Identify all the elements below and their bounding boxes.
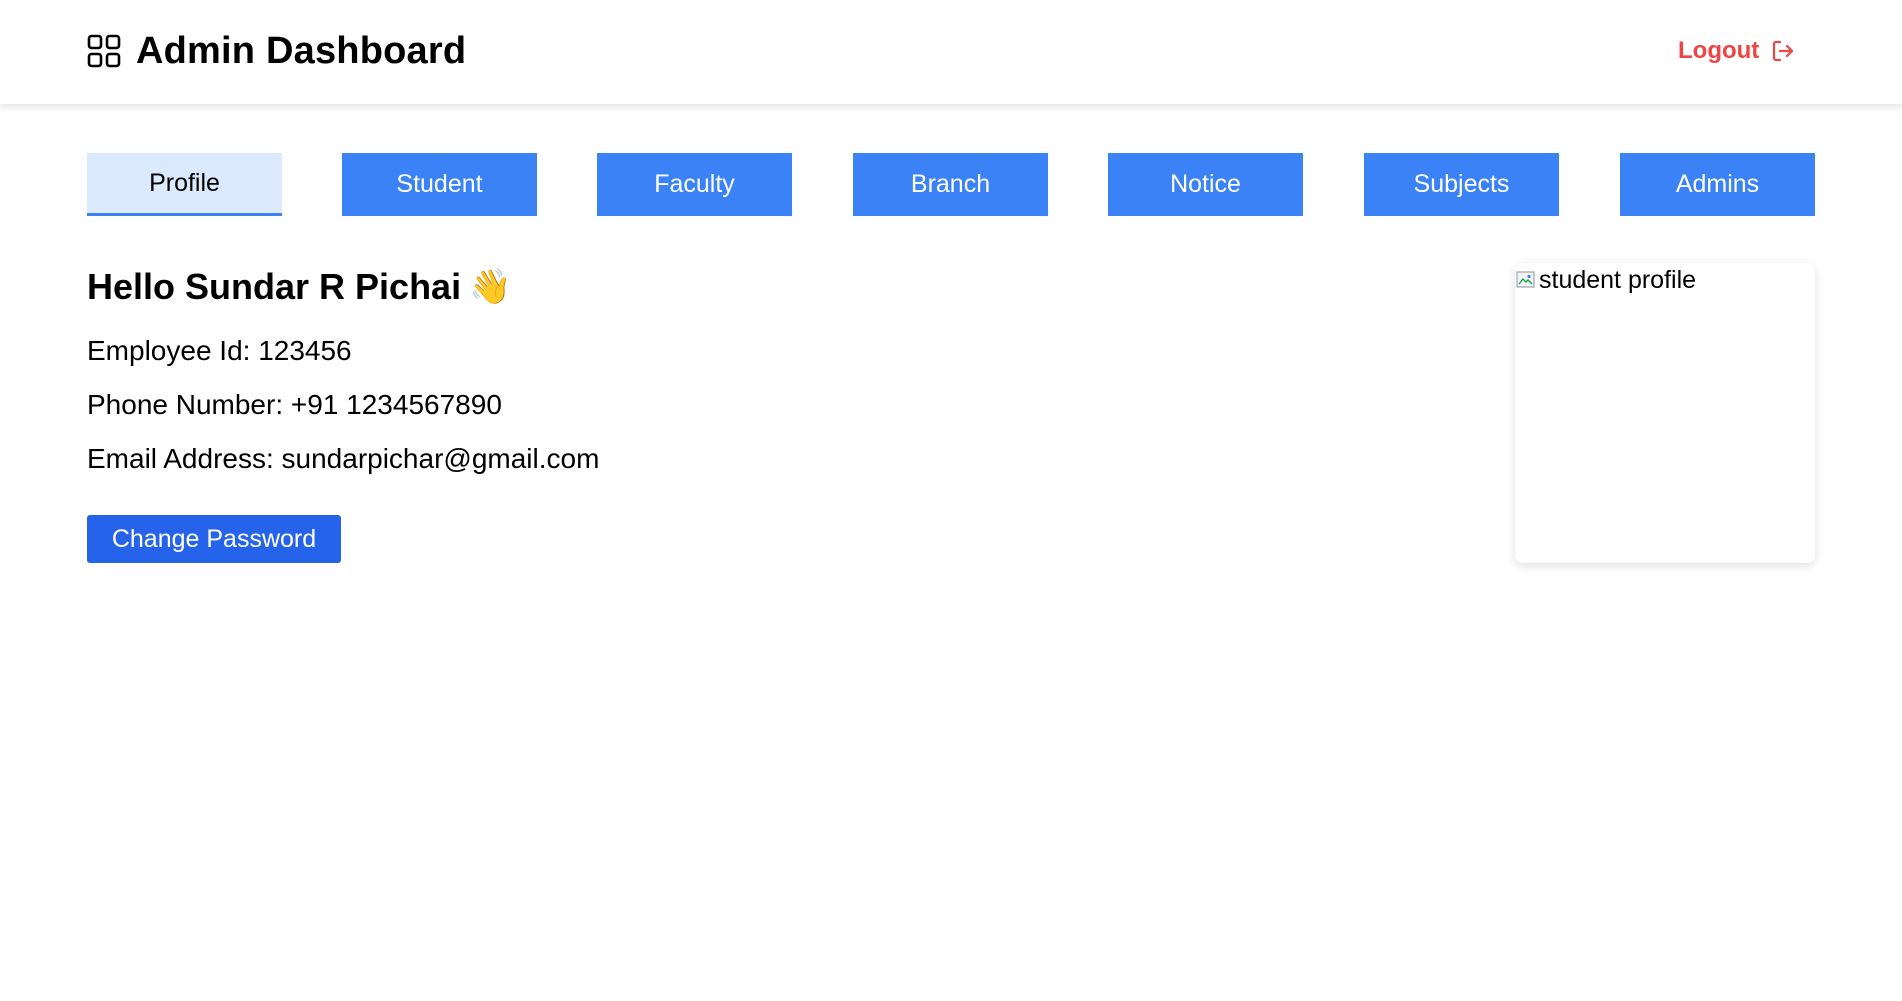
- tab-branch[interactable]: Branch: [853, 153, 1048, 216]
- tab-profile[interactable]: Profile: [87, 153, 282, 216]
- profile-image: student profile: [1515, 263, 1696, 297]
- grid-icon: [87, 34, 121, 68]
- page-title: Admin Dashboard: [136, 29, 467, 72]
- broken-image-icon: [1516, 271, 1535, 288]
- email-address: Email Address: sundarpichar@gmail.com: [87, 443, 600, 474]
- change-password-button[interactable]: Change Password: [87, 515, 341, 563]
- brand: Admin Dashboard: [87, 28, 466, 74]
- employee-id: Employee Id: 123456: [87, 335, 352, 366]
- tab-bar: Profile Student Faculty Branch Notice Su…: [87, 153, 1815, 216]
- greeting-heading: Hello Sundar R Pichai 👋: [87, 262, 511, 312]
- logout-button[interactable]: Logout: [1678, 34, 1795, 68]
- profile-image-card: student profile: [1515, 263, 1815, 563]
- top-navbar: Admin Dashboard Logout: [0, 0, 1902, 104]
- tab-admins[interactable]: Admins: [1620, 153, 1815, 216]
- phone-number: Phone Number: +91 1234567890: [87, 389, 502, 420]
- tab-faculty[interactable]: Faculty: [597, 153, 792, 216]
- profile-image-alt-text: student profile: [1539, 265, 1697, 294]
- greeting-text: Hello Sundar R Pichai: [87, 266, 462, 307]
- tab-subjects[interactable]: Subjects: [1364, 153, 1559, 216]
- logout-arrow-icon: [1773, 40, 1794, 62]
- logout-label: Logout: [1678, 37, 1760, 64]
- tab-notice[interactable]: Notice: [1108, 153, 1303, 216]
- tab-student[interactable]: Student: [342, 153, 537, 216]
- waving-hand-icon: 👋: [469, 268, 512, 306]
